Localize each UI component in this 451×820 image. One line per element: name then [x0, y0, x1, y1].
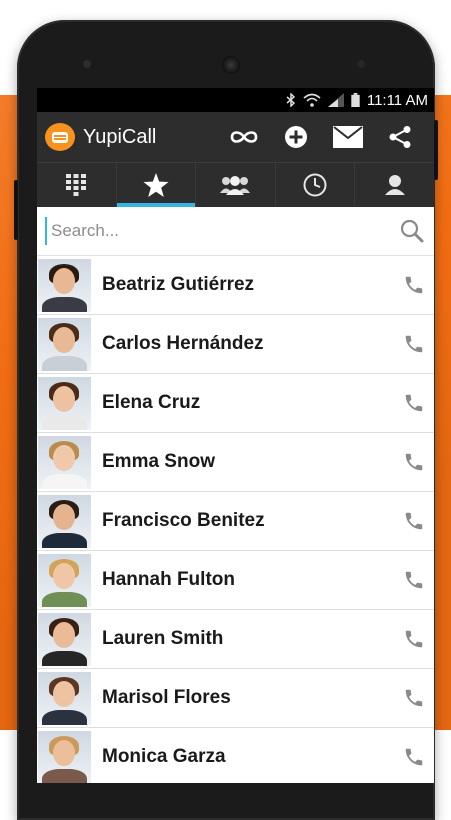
contact-row[interactable]: Emma Snow	[37, 433, 434, 492]
app-bar: YupiCall	[37, 112, 434, 162]
app-title: YupiCall	[83, 125, 157, 148]
phone-icon	[405, 512, 423, 530]
earpiece-speaker	[222, 56, 240, 74]
call-button[interactable]	[394, 510, 434, 532]
search-bar	[37, 207, 434, 256]
contact-row[interactable]: Beatriz Gutiérrez	[37, 256, 434, 315]
tab-favorites[interactable]	[116, 163, 197, 207]
contact-row[interactable]: Lauren Smith	[37, 610, 434, 669]
call-button[interactable]	[394, 746, 434, 768]
add-button[interactable]	[270, 112, 322, 162]
tab-groups[interactable]	[196, 163, 276, 207]
phone-side-button	[434, 120, 438, 180]
contact-avatar	[38, 376, 91, 430]
phone-icon	[405, 748, 423, 766]
status-time: 11:11 AM	[366, 91, 428, 109]
contact-name: Emma Snow	[102, 451, 215, 472]
contact-row[interactable]: Carlos Hernández	[37, 315, 434, 374]
contact-avatar	[38, 612, 91, 666]
group-icon	[220, 176, 251, 195]
share-button[interactable]	[374, 112, 426, 162]
contact-avatar	[38, 258, 91, 312]
contact-row[interactable]: Hannah Fulton	[37, 551, 434, 610]
contact-avatar	[38, 671, 91, 725]
contact-row[interactable]: Monica Garza	[37, 728, 434, 783]
infinity-icon	[230, 131, 258, 143]
contact-avatar	[38, 730, 91, 783]
contact-name: Elena Cruz	[102, 392, 201, 413]
clock-icon	[303, 173, 327, 197]
bluetooth-icon	[286, 93, 295, 107]
phone-icon	[405, 630, 423, 648]
message-button[interactable]	[322, 112, 374, 162]
tab-bar	[37, 162, 434, 207]
contact-row[interactable]: Francisco Benitez	[37, 492, 434, 551]
search-input[interactable]	[45, 217, 400, 245]
contact-name: Hannah Fulton	[102, 569, 235, 590]
call-button[interactable]	[394, 392, 434, 414]
star-icon	[143, 172, 169, 197]
battery-icon	[351, 93, 360, 107]
signal-icon	[327, 93, 344, 107]
call-button[interactable]	[394, 628, 434, 650]
phone-icon	[405, 335, 423, 353]
contact-name: Beatriz Gutiérrez	[102, 274, 255, 295]
contact-avatar	[38, 435, 91, 489]
infinity-button[interactable]	[218, 112, 270, 162]
contact-name: Lauren Smith	[102, 628, 224, 649]
phone-icon	[405, 689, 423, 707]
wifi-icon	[303, 93, 321, 107]
call-button[interactable]	[394, 569, 434, 591]
phone-icon	[405, 453, 423, 471]
proximity-sensor	[357, 60, 365, 68]
contact-name: Marisol Flores	[102, 687, 231, 708]
call-button[interactable]	[394, 687, 434, 709]
share-icon	[389, 126, 411, 148]
app-logo-icon	[45, 123, 75, 151]
tab-contacts[interactable]	[355, 163, 434, 207]
contact-row[interactable]: Elena Cruz	[37, 374, 434, 433]
plus-circle-icon	[285, 126, 307, 148]
phone-frame: 11:11 AM YupiCall Search... Beatriz Guti…	[14, 20, 438, 820]
contact-avatar	[38, 553, 91, 607]
contact-row[interactable]: Marisol Flores	[37, 669, 434, 728]
contact-name: Monica Garza	[102, 746, 226, 767]
front-camera	[83, 60, 91, 68]
contact-avatar	[38, 494, 91, 548]
call-button[interactable]	[394, 274, 434, 296]
contact-list: Beatriz Gutiérrez Carlos Hernández Elena C…	[37, 256, 434, 783]
screen: 11:11 AM YupiCall Search... Beatriz Guti…	[37, 88, 434, 783]
person-icon	[384, 175, 405, 195]
tab-recent[interactable]	[276, 163, 356, 207]
status-bar: 11:11 AM	[37, 88, 434, 112]
dialpad-icon	[66, 174, 87, 196]
phone-icon	[405, 394, 423, 412]
tab-dialpad[interactable]	[37, 163, 117, 207]
phone-icon	[405, 276, 423, 294]
call-button[interactable]	[394, 451, 434, 473]
call-button[interactable]	[394, 333, 434, 355]
phone-side-button	[14, 180, 18, 240]
search-icon[interactable]	[400, 219, 424, 243]
phone-icon	[405, 571, 423, 589]
contact-name: Francisco Benitez	[102, 510, 265, 531]
contact-avatar	[38, 317, 91, 371]
envelope-icon	[333, 126, 363, 148]
contact-name: Carlos Hernández	[102, 333, 264, 354]
